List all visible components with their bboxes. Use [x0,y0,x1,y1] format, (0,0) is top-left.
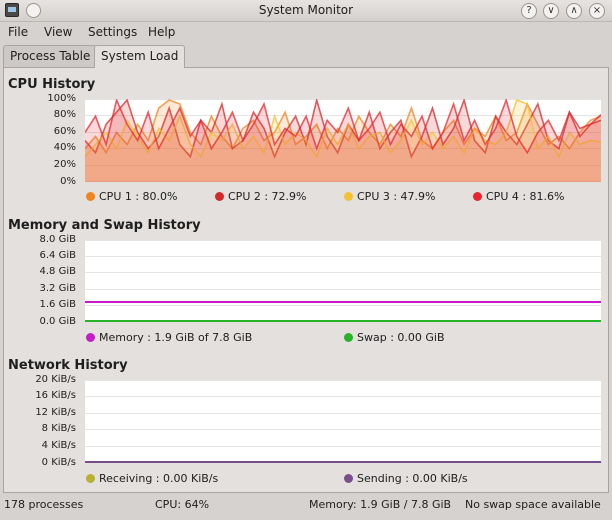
status-swap: No swap space available [465,498,601,511]
legend-receiving: Receiving : 0.00 KiB/s [86,472,218,485]
legend-memory: Memory : 1.9 GiB of 7.8 GiB [86,331,252,344]
cpu-ytick: 60% [53,126,76,137]
legend-label: Swap : 0.00 GiB [357,331,445,344]
memory-history-title: Memory and Swap History [8,218,201,233]
legend-label: CPU 2 : 72.9% [228,190,307,203]
legend-label: CPU 3 : 47.9% [357,190,436,203]
network-ytick: 0 KiB/s [41,457,76,468]
network-history-chart [85,380,601,463]
memory-history-plot [85,240,601,322]
network-ytick: 16 KiB/s [35,390,76,401]
legend-cpu4: CPU 4 : 81.6% [473,190,565,203]
help-icon[interactable]: ? [521,3,537,19]
minimize-icon[interactable]: ∨ [543,3,559,19]
legend-swap: Swap : 0.00 GiB [344,331,445,344]
legend-dot [86,474,95,483]
menu-file[interactable]: File [8,25,28,39]
memory-ytick: 0.0 GiB [39,316,76,327]
legend-dot [344,333,353,342]
cpu-ytick: 100% [47,93,76,104]
network-history-title: Network History [8,358,128,373]
cpu-history-chart [85,99,601,182]
tab-process-table[interactable]: Process Table [3,45,98,67]
memory-ytick: 8.0 GiB [39,234,76,245]
menu-settings[interactable]: Settings [88,25,137,39]
menubar: File View Settings Help [0,22,612,44]
memory-ytick: 4.8 GiB [39,266,76,277]
status-memory: Memory: 1.9 GiB / 7.8 GiB [309,498,452,511]
legend-dot [86,333,95,342]
cpu-history-title: CPU History [8,77,96,92]
maximize-icon[interactable]: ∧ [566,3,582,19]
memory-ytick: 1.6 GiB [39,299,76,310]
legend-sending: Sending : 0.00 KiB/s [344,472,468,485]
close-icon[interactable]: × [589,3,605,19]
cpu-ytick: 80% [53,109,76,120]
legend-cpu2: CPU 2 : 72.9% [215,190,307,203]
cpu-history-plot [85,99,601,182]
memory-ytick: 3.2 GiB [39,283,76,294]
legend-label: Sending : 0.00 KiB/s [357,472,468,485]
memory-ytick: 6.4 GiB [39,250,76,261]
cpu-ytick: 0% [60,176,76,187]
cpu-ytick: 40% [53,142,76,153]
status-processes: 178 processes [4,498,84,511]
menu-view[interactable]: View [44,25,72,39]
tab-system-load[interactable]: System Load [94,45,186,68]
network-ytick: 20 KiB/s [35,374,76,385]
memory-history-chart [85,240,601,322]
legend-cpu1: CPU 1 : 80.0% [86,190,178,203]
legend-label: CPU 1 : 80.0% [99,190,178,203]
window-titlebar[interactable]: System Monitor ? ∨ ∧ × [0,0,612,22]
cpu-ytick: 20% [53,159,76,170]
status-cpu: CPU: 64% [155,498,210,511]
menu-help[interactable]: Help [148,25,175,39]
network-history-plot [85,380,601,463]
legend-label: Memory : 1.9 GiB of 7.8 GiB [99,331,253,344]
status-bar: 178 processes CPU: 64% Memory: 1.9 GiB /… [0,494,612,516]
network-ytick: 12 KiB/s [35,407,76,418]
legend-dot [344,474,353,483]
network-ytick: 4 KiB/s [41,440,76,451]
legend-cpu3: CPU 3 : 47.9% [344,190,436,203]
legend-dot [344,192,353,201]
network-ytick: 8 KiB/s [41,423,76,434]
legend-label: Receiving : 0.00 KiB/s [99,472,219,485]
legend-label: CPU 4 : 81.6% [486,190,565,203]
legend-dot [473,192,482,201]
legend-dot [86,192,95,201]
legend-dot [215,192,224,201]
